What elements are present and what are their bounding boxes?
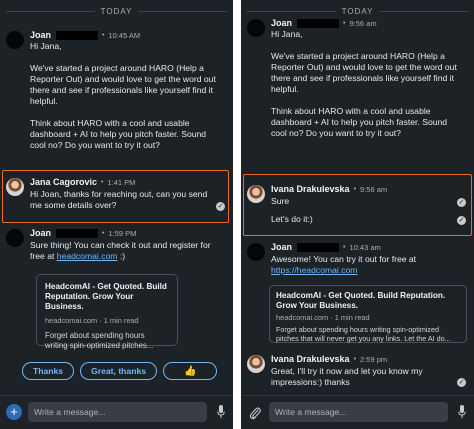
card-description: Forget about spending hours writing spin… xyxy=(45,331,154,350)
card-meta: headcomai.com · 1 min read xyxy=(45,316,139,325)
sender-name[interactable]: Jana Cagorovic xyxy=(30,177,97,187)
message-time: 9:56 am xyxy=(360,184,388,194)
date-divider-label: TODAY xyxy=(341,6,374,16)
microphone-icon[interactable] xyxy=(217,405,225,419)
link-preview-card[interactable]: HeadcomAI - Get Quoted. Build Reputation… xyxy=(269,285,467,343)
date-divider-label: TODAY xyxy=(100,6,133,16)
separator-dot: • xyxy=(353,185,357,193)
redacted-surname xyxy=(297,242,340,252)
message-paragraph: We've started a project around HARO (Hel… xyxy=(271,51,457,94)
message-text: Awesome! You can try it out for free at xyxy=(271,254,417,264)
message-joan-2: Joan • 1:59 PM Sure thing! You can check… xyxy=(6,227,227,267)
message-input[interactable]: Write a message... xyxy=(28,402,207,422)
redacted-surname xyxy=(56,228,99,238)
avatar[interactable] xyxy=(6,31,24,49)
separator-dot: • xyxy=(353,355,357,363)
avatar[interactable] xyxy=(6,229,24,247)
message-time: 10:45 AM xyxy=(108,30,141,40)
read-receipt-icon: ✓ xyxy=(457,198,466,207)
sender-name[interactable]: Joan xyxy=(30,228,51,238)
message-link[interactable]: https://headcomai.com xyxy=(271,265,357,275)
message-body: Awesome! You can try it out for free at … xyxy=(271,254,460,276)
avatar[interactable] xyxy=(247,355,265,373)
paperclip-icon[interactable] xyxy=(249,406,261,420)
microphone-icon[interactable] xyxy=(458,405,466,419)
link-preview-card[interactable]: HeadcomAI - Get Quoted. Build Reputation… xyxy=(36,274,178,350)
message-joan-1: Joan • 9:56 am Hi Jana, We've started a … xyxy=(247,17,468,157)
separator-dot: • xyxy=(343,19,346,27)
reply-thanks-button[interactable]: Thanks xyxy=(22,362,75,380)
message-paragraph: Hi Jana, xyxy=(30,41,62,51)
plus-icon[interactable]: + xyxy=(6,404,22,420)
message-paragraph: We've started a project around HARO (Hel… xyxy=(30,63,216,106)
avatar[interactable] xyxy=(247,185,265,203)
message-paragraph: Think about HARO with a cool and usable … xyxy=(271,106,448,138)
message-time: 2:59 pm xyxy=(360,354,388,364)
message-body: Hi Jana, We've started a project around … xyxy=(271,29,460,139)
reply-great-thanks-button[interactable]: Great, thanks xyxy=(80,362,158,380)
card-meta: headcomai.com · 1 min read xyxy=(276,313,370,322)
redacted-surname xyxy=(56,30,99,40)
sender-name[interactable]: Joan xyxy=(271,18,292,28)
sender-name[interactable]: Joan xyxy=(30,30,51,40)
read-receipt-icon: ✓ xyxy=(457,216,466,225)
card-description: Forget about spending hours writing spin… xyxy=(276,325,451,343)
read-receipt-icon: ✓ xyxy=(216,202,225,211)
message-ivana-1: Ivana Drakulevska • 9:56 am Sure ✓ Let's… xyxy=(247,183,468,233)
conversation-panel-right: TODAY Joan • 9:56 am Hi Jana, We've star… xyxy=(241,0,474,429)
separator-dot: • xyxy=(102,31,105,39)
message-time: 1:41 PM xyxy=(107,177,136,187)
message-line: Let's do it:) xyxy=(271,214,313,224)
date-divider: TODAY xyxy=(0,0,233,22)
sender-name[interactable]: Ivana Drakulevska xyxy=(271,354,350,364)
avatar[interactable] xyxy=(247,243,265,261)
sender-name[interactable]: Joan xyxy=(271,242,292,252)
conversation-panel-left: TODAY Joan • 10:45 AM Hi Jana, We've sta… xyxy=(0,0,233,429)
separator-dot: • xyxy=(102,229,105,237)
message-paragraph: Think about HARO with a cool and usable … xyxy=(30,118,207,150)
message-composer: Write a message... xyxy=(241,395,474,429)
message-time: 1:59 PM xyxy=(108,228,137,238)
message-line: Sure xyxy=(271,196,290,206)
message-time: 9:56 am xyxy=(349,18,377,28)
message-time: 10:43 am xyxy=(349,242,381,252)
message-joan-1: Joan • 10:45 AM Hi Jana, We've started a… xyxy=(6,29,227,169)
sender-name[interactable]: Ivana Drakulevska xyxy=(271,184,350,194)
message-body: Great, I'll try it now and let you know … xyxy=(271,366,423,387)
message-text-suffix: :) xyxy=(117,251,126,261)
message-input[interactable]: Write a message... xyxy=(269,402,448,422)
message-jana: Jana Cagorovic • 1:41 PM Hi Joan, thanks… xyxy=(6,176,227,220)
message-joan-2: Joan • 10:43 am Awesome! You can try it … xyxy=(247,241,468,281)
message-paragraph: Hi Jana, xyxy=(271,29,303,39)
read-receipt-icon: ✓ xyxy=(457,378,466,387)
redacted-surname xyxy=(297,18,340,28)
separator-dot: • xyxy=(101,178,104,186)
avatar[interactable] xyxy=(247,19,265,37)
message-composer: + Write a message... xyxy=(0,395,233,429)
separator-dot: • xyxy=(343,243,346,251)
message-body: Sure thing! You can check it out and reg… xyxy=(30,240,219,262)
message-link[interactable]: headcomai.com xyxy=(57,251,118,261)
message-body: Hi Joan, thanks for reaching out, can yo… xyxy=(30,189,208,210)
message-body: Hi Jana, We've started a project around … xyxy=(30,41,219,151)
message-ivana-2: Ivana Drakulevska • 2:59 pm Great, I'll … xyxy=(247,353,468,391)
avatar[interactable] xyxy=(6,178,24,196)
card-title: HeadcomAI - Get Quoted. Build Reputation… xyxy=(276,291,446,310)
suggested-replies: Thanks Great, thanks 👍 xyxy=(22,362,218,380)
card-title: HeadcomAI - Get Quoted. Build Reputation… xyxy=(45,282,167,311)
reply-thumbs-up-button[interactable]: 👍 xyxy=(163,362,218,380)
